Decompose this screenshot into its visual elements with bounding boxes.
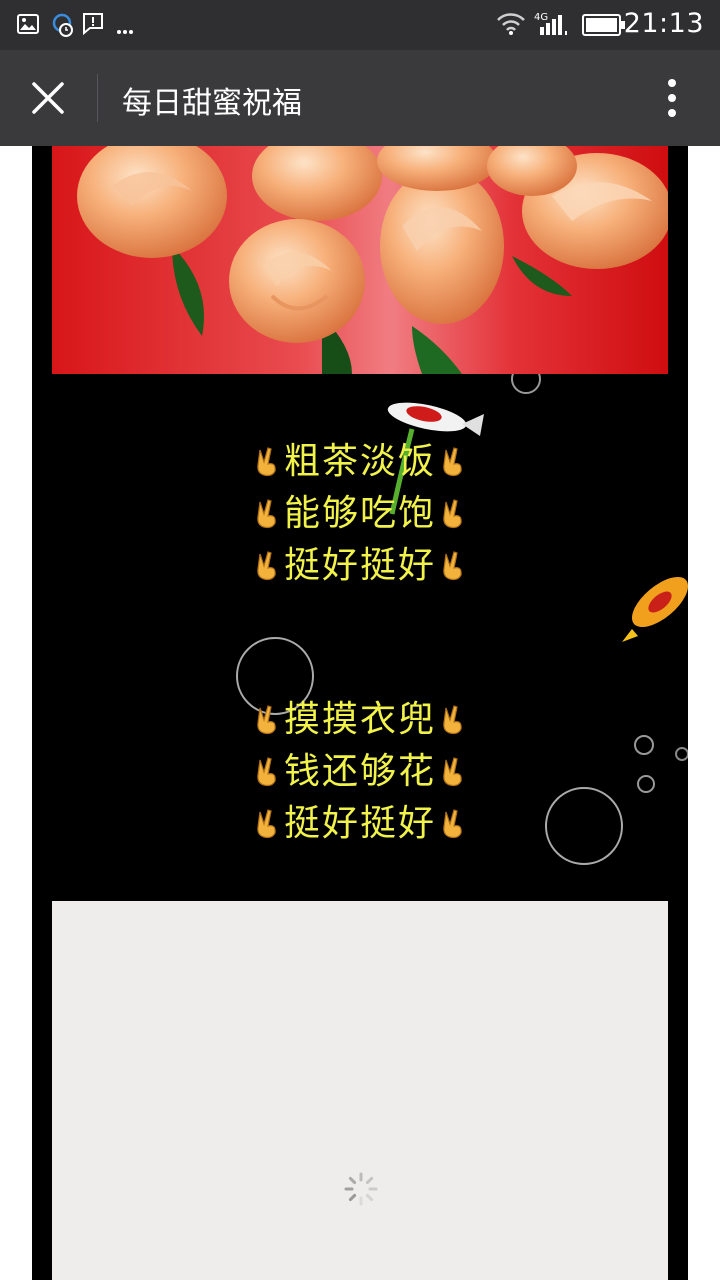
peace-hand-icon	[250, 496, 284, 530]
poem-line: 摸摸衣兜	[32, 690, 688, 742]
poem-line-text: 挺好挺好	[283, 545, 436, 586]
poem-image: 粗茶淡饭 能够吃饱 挺好挺好 摸摸衣兜 钱还够花 挺好挺好	[32, 374, 688, 901]
poem-line-text: 挺好挺好	[283, 803, 436, 844]
sync-icon	[50, 12, 74, 42]
peace-hand-icon	[250, 702, 284, 736]
image-placeholder	[52, 901, 668, 1280]
poem-line-text: 粗茶淡饭	[283, 441, 436, 482]
close-button[interactable]	[18, 68, 78, 128]
clock: 21:13	[623, 8, 704, 39]
message-icon	[82, 12, 104, 40]
close-icon	[32, 82, 64, 114]
status-bar: 4G 21:13	[0, 0, 720, 50]
peace-hand-icon	[250, 548, 284, 582]
article-body[interactable]: 粗茶淡饭 能够吃饱 挺好挺好 摸摸衣兜 钱还够花 挺好挺好	[32, 146, 688, 1280]
title-bar: 每日甜蜜祝福	[0, 50, 720, 146]
roses-image	[52, 146, 668, 374]
image-icon	[16, 12, 40, 40]
signal-icon: 4G	[534, 10, 574, 42]
page-title: 每日甜蜜祝福	[122, 86, 302, 121]
network-type: 4G	[534, 12, 548, 23]
peace-hand-icon	[436, 444, 470, 478]
web-content[interactable]: 粗茶淡饭 能够吃饱 挺好挺好 摸摸衣兜 钱还够花 挺好挺好	[0, 146, 720, 1280]
poem-line: 钱还够花	[32, 742, 688, 794]
poem-line: 挺好挺好	[32, 794, 688, 846]
loading-spinner-icon	[344, 1172, 378, 1206]
poem-line-text: 钱还够花	[283, 751, 436, 792]
vertical-dots-icon	[668, 79, 676, 117]
battery-icon	[582, 14, 626, 40]
peace-hand-icon	[436, 702, 470, 736]
poem-line: 能够吃饱	[32, 484, 688, 536]
wifi-icon	[496, 12, 526, 40]
peace-hand-icon	[250, 754, 284, 788]
peace-hand-icon	[250, 806, 284, 840]
peace-hand-icon	[436, 806, 470, 840]
poem-line: 挺好挺好	[32, 536, 688, 588]
poem-line-text: 摸摸衣兜	[283, 699, 436, 740]
peace-hand-icon	[436, 548, 470, 582]
peace-hand-icon	[436, 496, 470, 530]
peace-hand-icon	[250, 444, 284, 478]
poem-line: 粗茶淡饭	[32, 432, 688, 484]
more-options-button[interactable]	[648, 74, 696, 122]
peace-hand-icon	[436, 754, 470, 788]
roses-illustration	[77, 146, 668, 374]
more-dots-icon	[116, 20, 134, 39]
poem-line-text: 能够吃饱	[283, 493, 436, 534]
nav-divider	[97, 74, 98, 122]
